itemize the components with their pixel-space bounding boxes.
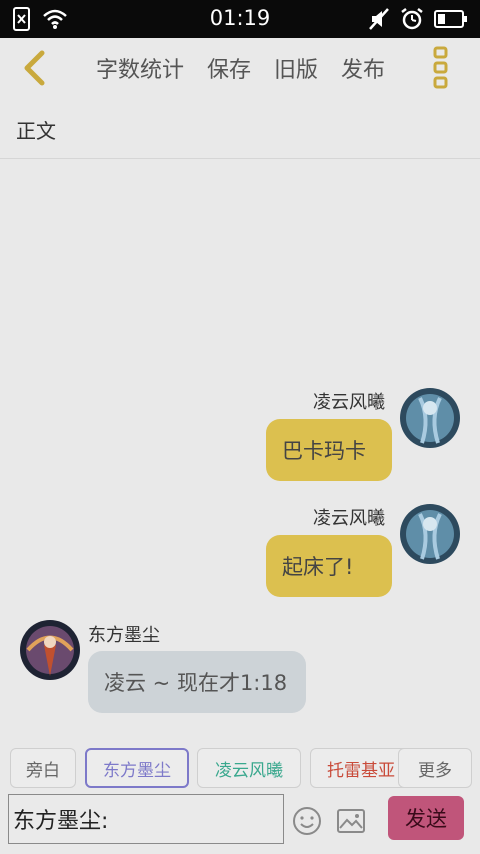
app-screen: 01:19 字数统计 保存 旧版 发布 正文 凌云风曦 巴卡玛卡 凌云风曦 起床… [0, 0, 480, 854]
role-chip-narrator[interactable]: 旁白 [10, 748, 76, 788]
avatar-lingyun[interactable] [400, 388, 460, 448]
section-header: 正文 [0, 98, 480, 159]
avatar-dongfang[interactable] [20, 620, 80, 680]
message-input[interactable] [8, 794, 284, 844]
role-chip-lingyun[interactable]: 凌云风曦 [197, 748, 301, 788]
role-selector: 旁白 东方墨尘 凌云风曦 托雷基亚 更多 [0, 746, 480, 790]
send-button[interactable]: 发送 [388, 796, 464, 840]
more-menu-button[interactable] [433, 46, 449, 90]
role-label: 东方墨尘 [103, 760, 171, 781]
role-label: 凌云风曦 [215, 760, 283, 781]
status-bar: 01:19 [0, 0, 480, 38]
role-label: 托雷基亚 [327, 760, 395, 781]
message-text: 起床了! [282, 555, 354, 579]
battery-icon [434, 10, 467, 28]
publish-button[interactable]: 发布 [341, 52, 385, 84]
old-version-button[interactable]: 旧版 [274, 52, 318, 84]
top-toolbar: 字数统计 保存 旧版 发布 [0, 38, 480, 98]
image-icon [337, 809, 365, 833]
word-count-button[interactable]: 字数统计 [96, 52, 184, 84]
section-label[interactable]: 正文 [16, 115, 56, 144]
role-chip-more[interactable]: 更多 [398, 748, 472, 788]
smiley-icon [293, 807, 321, 835]
more-vertical-icon [433, 46, 448, 89]
avatar-lingyun[interactable] [400, 504, 460, 564]
chat-area[interactable]: 凌云风曦 巴卡玛卡 凌云风曦 起床了! 东方墨尘 凌云 ~ 现在才1:18 [0, 159, 480, 741]
sender-name: 凌云风曦 [313, 508, 385, 529]
message-bubble[interactable]: 凌云 ~ 现在才1:18 [88, 651, 306, 713]
emoji-button[interactable] [292, 806, 322, 836]
role-label: 更多 [418, 760, 452, 781]
input-bar: 发送 [0, 790, 480, 854]
message-bubble[interactable]: 起床了! [266, 535, 392, 597]
send-label: 发送 [405, 807, 447, 831]
chevron-left-icon [24, 50, 45, 86]
back-button[interactable] [18, 48, 52, 88]
mute-icon [369, 8, 389, 30]
toolbar-actions: 字数统计 保存 旧版 发布 [96, 52, 385, 84]
message-bubble[interactable]: 巴卡玛卡 [266, 419, 392, 481]
role-chip-dongfang[interactable]: 东方墨尘 [85, 748, 189, 788]
sender-name: 东方墨尘 [88, 625, 160, 646]
alarm-icon [401, 8, 423, 30]
sender-name: 凌云风曦 [313, 392, 385, 413]
save-button[interactable]: 保存 [207, 52, 251, 84]
image-button[interactable] [336, 806, 366, 836]
message-text: 凌云 ~ 现在才1:18 [104, 671, 288, 695]
role-label: 旁白 [26, 760, 60, 781]
message-text: 巴卡玛卡 [282, 439, 366, 463]
